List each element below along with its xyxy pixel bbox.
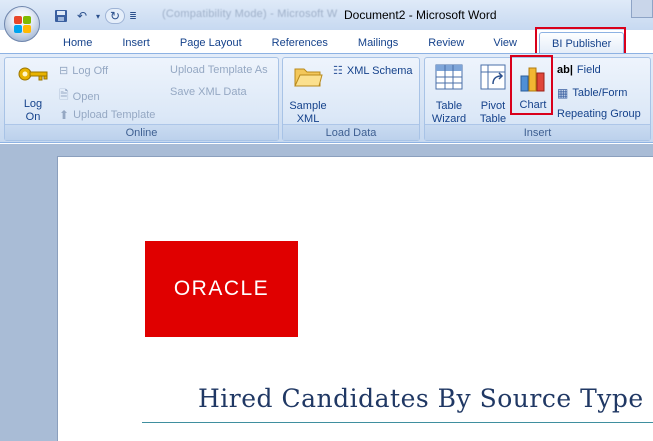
document-title: Document2 - Microsoft Word [344, 8, 497, 22]
office-button[interactable] [4, 6, 40, 42]
open-button[interactable]: 🗎 Open [59, 86, 100, 107]
tab-review[interactable]: Review [413, 32, 479, 54]
page-heading: Hired Candidates By Source Type [198, 384, 644, 413]
ribbon: Log On ⊟ Log Off 🗎 Open ⬆ Upload Template… [0, 53, 653, 143]
sample-xml-button[interactable]: Sample XML [285, 64, 331, 126]
heading-rule [142, 422, 653, 423]
tab-page-layout[interactable]: Page Layout [165, 32, 257, 54]
folder-icon [294, 68, 323, 87]
xml-schema-button[interactable]: ☷ XML Schema [333, 64, 413, 78]
undo-dropdown-icon[interactable]: ▾ [94, 7, 102, 25]
table-form-label: Table/Form [572, 87, 628, 99]
save-xml-data-button[interactable]: Save XML Data [170, 86, 247, 98]
pivot-table-label-1: Pivot [480, 100, 506, 112]
log-on-label-2: On [25, 111, 41, 123]
schema-tree-icon: ☷ [333, 65, 343, 77]
upload-template-label: Upload Template [73, 109, 156, 121]
log-on-label-1: Log [23, 98, 43, 110]
upload-template-button[interactable]: ⬆ Upload Template [59, 108, 155, 122]
log-off-label: Log Off [72, 64, 109, 77]
bi-publisher-tab-highlight [535, 27, 626, 56]
online-group: Log On ⊟ Log Off 🗎 Open ⬆ Upload Template… [4, 57, 279, 141]
chart-button-highlight [510, 55, 553, 115]
pivot-table-button[interactable]: Pivot Table [473, 64, 513, 126]
log-off-button[interactable]: ⊟ Log Off [59, 64, 109, 78]
table-form-button[interactable]: ▦ Table/Form [557, 86, 627, 100]
save-icon[interactable] [52, 7, 70, 25]
pivot-table-icon [480, 64, 506, 90]
title-bar: ↶ ▾ ↻ ≣ (Compatibility Mode) - Microsoft… [0, 0, 653, 30]
document-page[interactable]: ORACLE Hired Candidates By Source Type [57, 156, 653, 441]
tab-view[interactable]: View [479, 32, 531, 54]
field-button[interactable]: ab| Field [557, 64, 601, 76]
office-logo-icon [14, 16, 32, 34]
field-label: Field [576, 64, 601, 76]
table-icon [435, 64, 463, 90]
upload-template-as-button[interactable]: Upload Template As [170, 64, 268, 76]
open-icon: 🗎 [59, 88, 69, 102]
table-form-icon: ▦ [557, 86, 569, 100]
repeating-group-label: Repeating Group [557, 108, 641, 120]
field-icon: ab| [557, 64, 573, 76]
window-control-button[interactable] [631, 0, 653, 18]
undo-icon[interactable]: ↶ [73, 7, 91, 25]
key-icon [18, 67, 48, 81]
xml-schema-label: XML Schema [346, 64, 413, 77]
sample-xml-label-1: Sample [289, 100, 327, 112]
log-on-button[interactable]: Log On [11, 64, 55, 124]
tab-home[interactable]: Home [48, 32, 107, 54]
tab-insert[interactable]: Insert [107, 32, 165, 54]
log-off-icon: ⊟ [59, 65, 69, 77]
insert-group-caption: Insert [425, 124, 650, 140]
open-label: Open [72, 90, 100, 103]
quick-access-toolbar: ↶ ▾ ↻ ≣ [52, 6, 138, 26]
save-xml-data-label: Save XML Data [170, 86, 247, 98]
customize-qat-icon[interactable]: ≣ [128, 7, 138, 25]
upload-icon: ⬆ [59, 108, 70, 122]
oracle-logo: ORACLE [145, 241, 298, 337]
load-data-group: Sample XML ☷ XML Schema Load Data [282, 57, 420, 141]
faded-title-text: (Compatibility Mode) - Microsoft W [162, 8, 338, 20]
table-wizard-label-1: Table [435, 100, 463, 112]
load-data-group-caption: Load Data [283, 124, 419, 140]
repeating-group-button[interactable]: Repeating Group [557, 108, 641, 120]
online-group-caption: Online [5, 124, 278, 140]
tab-references[interactable]: References [257, 32, 343, 54]
redo-icon[interactable]: ↻ [105, 8, 125, 24]
upload-template-as-label: Upload Template As [170, 64, 268, 76]
table-wizard-button[interactable]: Table Wizard [427, 64, 471, 126]
oracle-logo-text: ORACLE [173, 277, 270, 300]
tab-mailings[interactable]: Mailings [343, 32, 413, 54]
